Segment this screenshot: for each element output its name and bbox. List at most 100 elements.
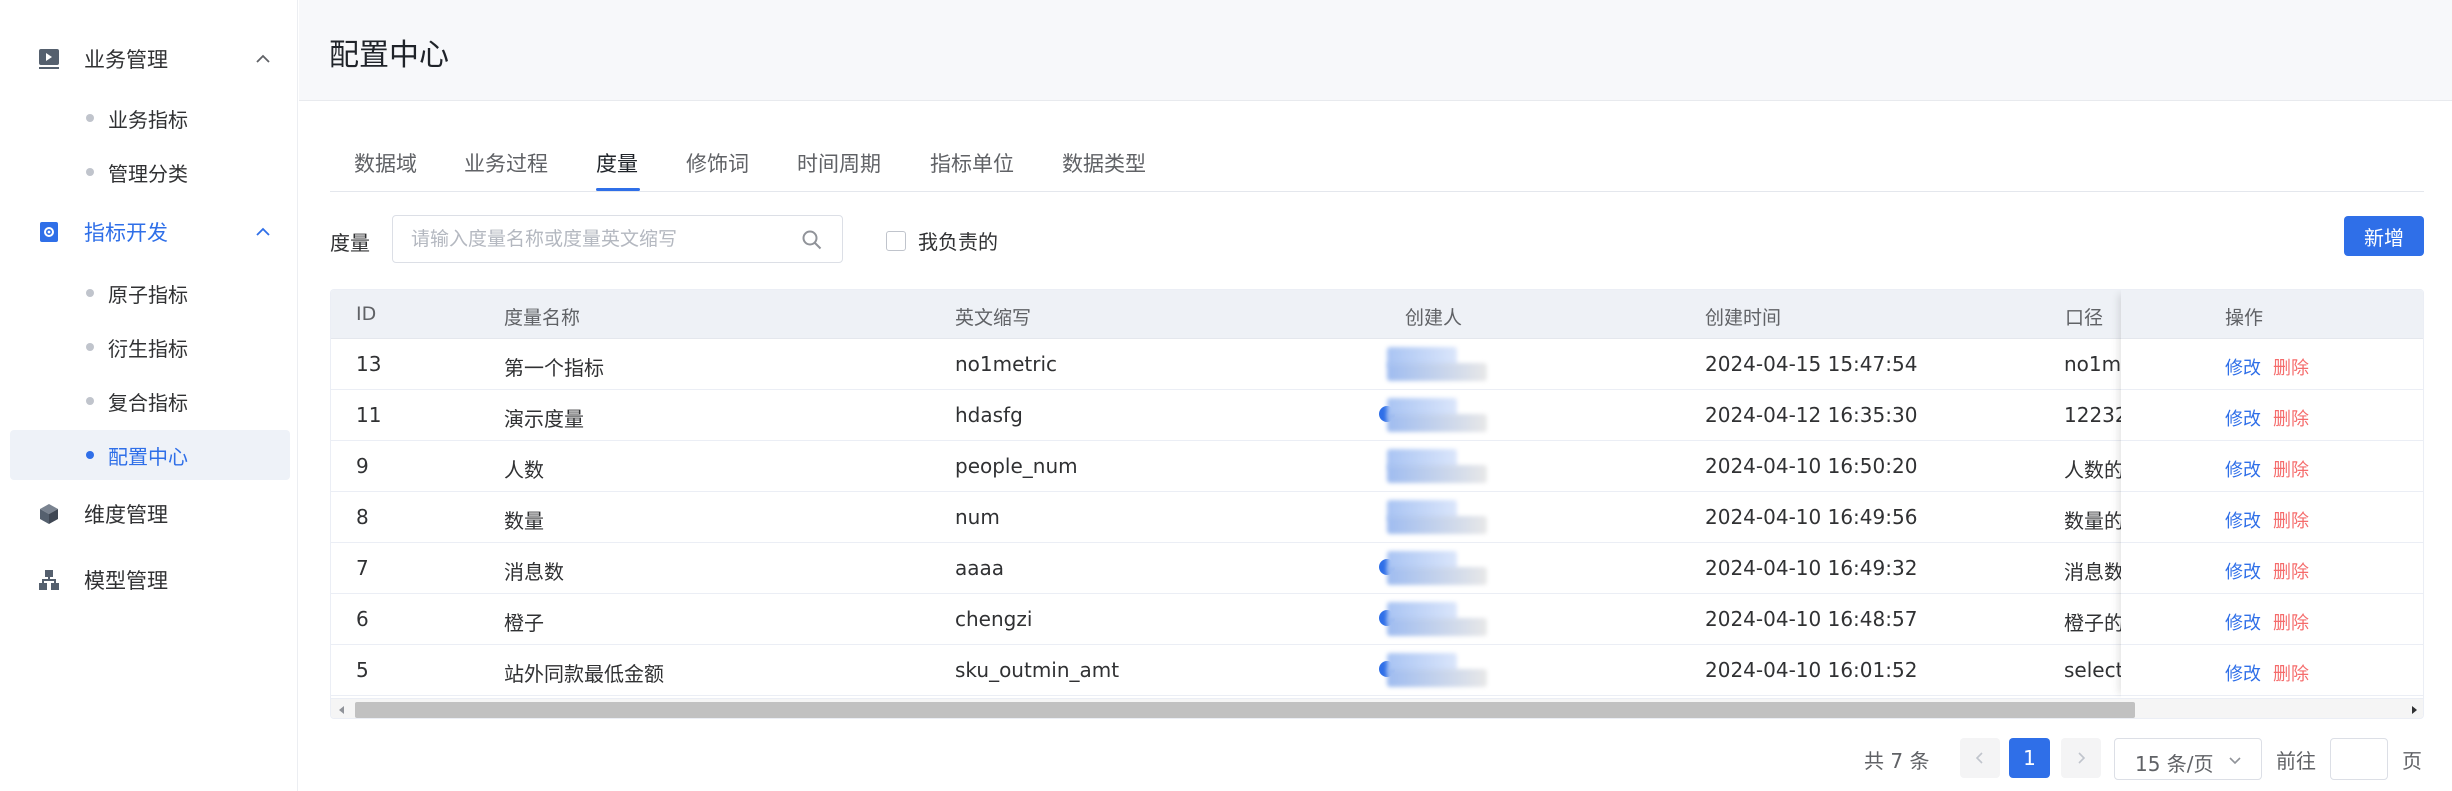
sidebar-item-derived-metrics[interactable]: 衍生指标 [10,322,290,372]
delete-link[interactable]: 删除 [2273,660,2309,686]
cell-name: 数量 [504,509,544,533]
tab-time-period[interactable]: 时间周期 [797,148,881,178]
column-header-name: 度量名称 [504,307,581,329]
cell-creator-redacted [1379,602,1519,638]
cell-name: 第一个指标 [504,356,604,380]
cell-caliber: 消息数 [2064,560,2124,584]
total-prefix: 共 [1864,749,1884,773]
cell-id: 9 [356,454,369,478]
edit-link[interactable]: 修改 [2225,456,2261,482]
cell-id: 5 [356,658,369,682]
my-responsible-checkbox[interactable]: 我负责的 [886,226,998,255]
next-page-button[interactable] [2061,738,2101,778]
page-number-button[interactable]: 1 [2009,738,2050,778]
tab-business-process[interactable]: 业务过程 [464,148,548,178]
edit-link[interactable]: 修改 [2225,558,2261,584]
gear-doc-icon [36,219,62,245]
cell-caliber: select [2064,658,2124,682]
column-header-caliber: 口径 [2065,307,2104,329]
total-suffix: 条 [1909,749,1930,773]
operations-cell: 修改 删除 [2121,645,2423,696]
operations-cell: 修改 删除 [2121,594,2423,645]
table-row: 5 站外同款最低金额 sku_outmin_amt 2024-04-10 16:01:… [331,645,2423,696]
bullet-dot-icon [86,343,94,351]
redacted-blur [1387,618,1487,636]
cell-id: 7 [356,556,369,580]
menu-group-label: 模型管理 [84,569,168,593]
cell-created: 2024-04-15 15:47:54 [1705,352,1918,376]
sidebar-item-label: 配置中心 [108,444,188,469]
menu-group-business[interactable]: 业务管理 [0,30,298,88]
search-field [392,215,843,263]
edit-link[interactable]: 修改 [2225,660,2261,686]
menu-group-dimension[interactable]: 维度管理 [0,485,298,543]
chevron-right-icon [2078,752,2086,764]
table-row: 7 消息数 aaaa 2024-04-10 16:49:32 消息数 [331,543,2423,594]
table-row: 9 人数 people_num 2024-04-10 16:50:20 人数的 [331,441,2423,492]
horizontal-scrollbar[interactable] [331,698,2423,718]
operations-cell: 修改 删除 [2121,492,2423,543]
checkbox-label: 我负责的 [918,230,998,254]
cell-created: 2024-04-10 16:49:32 [1705,556,1918,580]
column-header-created: 创建时间 [1705,307,1782,329]
scrollbar-thumb[interactable] [355,702,2135,718]
goto-page-input[interactable] [2330,738,2388,780]
delete-link[interactable]: 删除 [2273,558,2309,584]
delete-link[interactable]: 删除 [2273,354,2309,380]
cell-creator-redacted [1379,398,1519,434]
cell-creator-redacted [1379,347,1519,383]
add-button[interactable]: 新增 [2344,216,2424,256]
bullet-dot-icon [86,168,94,176]
page-title: 配置中心 [329,38,449,73]
table-row: 13 第一个指标 no1metric 2024-04-15 15:47:54 no1me [331,339,2423,390]
tab-modifier[interactable]: 修饰词 [686,148,749,178]
prev-page-button[interactable] [1960,738,2000,778]
bullet-dot-icon [86,114,94,122]
scroll-right-icon[interactable] [2407,703,2421,717]
tab-measure[interactable]: 度量 [596,148,638,178]
menu-group-metric-dev[interactable]: 指标开发 [0,203,298,261]
sidebar-item-manage-category[interactable]: 管理分类 [10,147,290,197]
table-row: 11 演示度量 hdasfg 2024-04-12 16:35:30 12232 [331,390,2423,441]
edit-link[interactable]: 修改 [2225,609,2261,635]
operations-cell: 修改 删除 [2121,543,2423,594]
cell-abbr: hdasfg [955,403,1023,427]
sidebar-item-config-center[interactable]: 配置中心 [10,430,290,480]
column-header-id: ID [356,303,377,325]
page-size-select[interactable]: 15 条/页 [2114,738,2262,780]
tab-data-domain[interactable]: 数据域 [354,148,417,178]
menu-group-label: 维度管理 [84,503,168,527]
cell-id: 8 [356,505,369,529]
checkbox-box[interactable] [886,230,906,251]
tab-data-type[interactable]: 数据类型 [1062,148,1146,178]
redacted-blur [1387,669,1487,687]
tab-metric-unit[interactable]: 指标单位 [930,148,1014,178]
cell-caliber: no1me [2064,352,2124,376]
delete-link[interactable]: 删除 [2273,507,2309,533]
sidebar-item-business-metrics[interactable]: 业务指标 [10,93,290,143]
edit-link[interactable]: 修改 [2225,354,2261,380]
play-board-icon [36,46,62,72]
cell-abbr: aaaa [955,556,1005,580]
redacted-blur [1387,567,1487,585]
scroll-left-icon[interactable] [335,703,349,717]
chevron-down-icon [2229,757,2241,765]
cell-creator-redacted [1379,500,1519,536]
edit-link[interactable]: 修改 [2225,507,2261,533]
edit-link[interactable]: 修改 [2225,405,2261,431]
sidebar-item-atomic-metrics[interactable]: 原子指标 [10,268,290,318]
sidebar-item-composite-metrics[interactable]: 复合指标 [10,376,290,426]
delete-link[interactable]: 删除 [2273,456,2309,482]
search-input[interactable] [411,225,791,253]
operations-cell: 修改 删除 [2121,339,2423,390]
cell-abbr: chengzi [955,607,1033,631]
delete-link[interactable]: 删除 [2273,609,2309,635]
column-header-ops: 操作 [2225,307,2264,329]
menu-group-model[interactable]: 模型管理 [0,551,298,609]
search-icon[interactable] [801,229,823,251]
delete-link[interactable]: 删除 [2273,405,2309,431]
redacted-blur [1387,363,1487,381]
cell-abbr: no1metric [955,352,1058,376]
cell-created: 2024-04-10 16:49:56 [1705,505,1918,529]
cell-id: 13 [356,352,382,376]
